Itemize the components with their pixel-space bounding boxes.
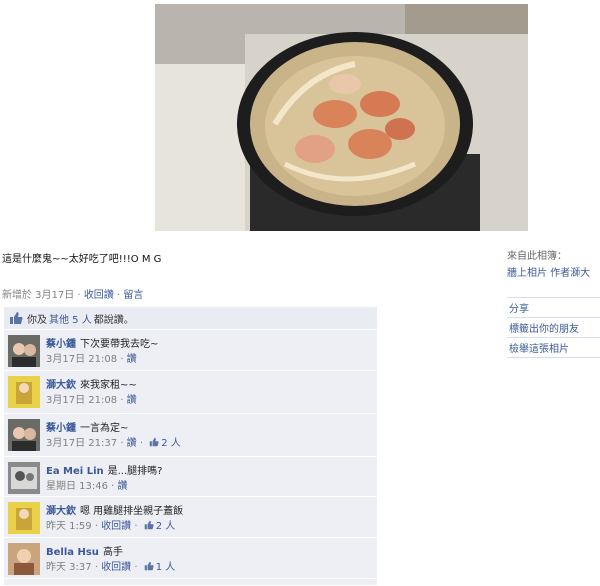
photo-meta: 新增於 3月17日 · 收回讚 · 留言	[2, 286, 143, 301]
comment-text: 是...腿排嗎?	[107, 466, 163, 477]
thumbs-up-icon	[10, 312, 23, 324]
comment-author[interactable]: Ea Mei Lin	[46, 466, 104, 477]
comment-author[interactable]: 蔡小鍾	[46, 423, 76, 434]
avatar[interactable]	[8, 376, 40, 408]
likes-bar: 你及 其他 5 人 都說讚。	[4, 307, 377, 330]
comment-author[interactable]: 溮大欽	[46, 380, 76, 391]
comment-item: 溮大欽嗯 用雞腿排坐親子蓋飯 昨天 1:59 · 收回讚 · 2 人	[4, 497, 377, 538]
comment-like-count[interactable]: 1 人	[156, 562, 176, 573]
likes-suffix: 都說讚。	[93, 314, 134, 326]
comment-text: 高手	[102, 547, 123, 558]
avatar[interactable]	[8, 419, 40, 451]
added-date: 新增於 3月17日	[2, 290, 75, 301]
comment-time: 昨天 3:37	[46, 562, 92, 573]
comment-item: 蔡小鍾 下次要帶我去吃~ 3月17日 21:08 · 讚	[4, 330, 377, 371]
thumbs-up-icon	[149, 437, 159, 447]
photo-image	[155, 4, 528, 231]
thumbs-up-icon	[144, 561, 154, 571]
comment-time: 3月17日 21:08	[46, 395, 118, 406]
album-link[interactable]: 牆上相片 作者溮大	[507, 264, 600, 279]
thumbs-up-icon	[144, 520, 154, 530]
comment-item: 蔡小鍾 一言為定~ 3月17日 21:37 · 讚 · 2 人	[4, 414, 377, 457]
comment-item: Ea Mei Lin 是...腿排嗎? 星期日 13:46 · 讚	[4, 457, 377, 497]
comment-like-link[interactable]: 收回讚	[101, 521, 131, 532]
share-link[interactable]: 分享	[507, 298, 600, 318]
comment-time: 昨天 1:59	[46, 521, 92, 532]
photo-actions: 分享 標籤出你的朋友 檢舉這張相片	[507, 297, 600, 358]
comment-like-count[interactable]: 2 人	[161, 438, 181, 449]
separator: ·	[113, 290, 124, 301]
comment-link[interactable]: 留言	[123, 290, 143, 301]
comment-text: 一言為定~	[80, 423, 129, 434]
comment-like-count[interactable]: 2 人	[156, 521, 176, 532]
avatar[interactable]	[8, 543, 40, 575]
likes-others-link[interactable]: 其他 5 人	[49, 311, 92, 326]
likes-you: 你及	[27, 314, 47, 326]
comment-like-link[interactable]: 讚	[127, 354, 137, 365]
avatar[interactable]	[8, 335, 40, 367]
comment-item: Bella Hsu 高手 昨天 3:37 · 收回讚 · 1 人	[4, 538, 377, 579]
comment-text: 下次要帶我去吃~	[80, 339, 159, 350]
album-label: 來自此相簿：	[507, 251, 567, 262]
tag-friends-link[interactable]: 標籤出你的朋友	[507, 318, 600, 338]
comment-time: 3月17日 21:37	[46, 438, 118, 449]
comment-item: 溮大欽 來我家租~~ 3月17日 21:08 · 讚	[4, 371, 377, 414]
comment-like-link[interactable]: 讚	[118, 481, 128, 492]
comment-text: 嗯 用雞腿排坐親子蓋飯	[80, 506, 184, 517]
comment-author[interactable]: 溮大欽	[46, 506, 76, 517]
comment-text: 來我家租~~	[80, 380, 137, 391]
avatar[interactable]	[8, 462, 40, 494]
separator: ·	[74, 290, 84, 301]
photo-sidebar: 來自此相簿： 牆上相片 作者溮大 分享 標籤出你的朋友 檢舉這張相片	[507, 247, 600, 358]
comment-time: 3月17日 21:08	[46, 354, 118, 365]
comment-author[interactable]: Bella Hsu	[46, 547, 99, 558]
comment-author[interactable]: 蔡小鍾	[46, 339, 76, 350]
main-photo[interactable]	[155, 4, 528, 231]
comment-like-link[interactable]: 收回讚	[101, 562, 131, 573]
comment-like-link[interactable]: 讚	[127, 438, 137, 449]
comment-time: 星期日 13:46	[46, 481, 108, 492]
comment-like-link[interactable]: 讚	[127, 395, 137, 406]
photo-caption: 這是什麼鬼~~太好吃了吧!!!O M G	[2, 254, 162, 265]
avatar[interactable]	[8, 502, 40, 534]
unlike-link[interactable]: 收回讚	[84, 290, 114, 301]
report-photo-link[interactable]: 檢舉這張相片	[507, 338, 600, 358]
